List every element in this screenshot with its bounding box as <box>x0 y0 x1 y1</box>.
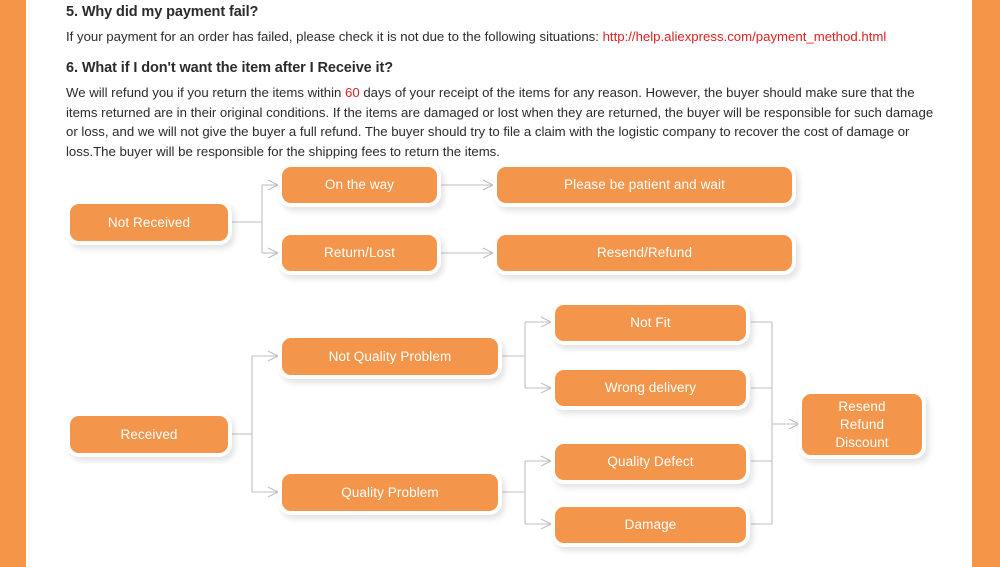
flowchart-received: Received Not Quality Problem Not Fit Wro… <box>0 0 1000 567</box>
node-please-be-patient-and-wait[interactable]: Please be patient and wait <box>497 167 792 203</box>
node-on-the-way[interactable]: On the way <box>282 167 437 203</box>
node-not-fit[interactable]: Not Fit <box>555 305 746 341</box>
node-not-quality-problem[interactable]: Not Quality Problem <box>282 338 498 375</box>
node-not-received[interactable]: Not Received <box>70 204 228 241</box>
node-quality-defect[interactable]: Quality Defect <box>555 444 746 480</box>
outcome-line-refund: Refund <box>839 416 885 432</box>
node-quality-problem[interactable]: Quality Problem <box>282 474 498 511</box>
node-received[interactable]: Received <box>70 416 228 453</box>
slide-canvas: 5. Why did my payment fail? If your paym… <box>0 0 1000 567</box>
node-wrong-delivery[interactable]: Wrong delivery <box>555 370 746 406</box>
node-damage[interactable]: Damage <box>555 507 746 543</box>
node-resend-refund[interactable]: Resend/Refund <box>497 235 792 271</box>
node-return-lost[interactable]: Return/Lost <box>282 235 437 271</box>
outcome-line-resend: Resend <box>838 398 886 414</box>
node-resend-refund-discount[interactable]: Resend Refund Discount <box>802 394 922 455</box>
outcome-line-discount: Discount <box>835 434 889 450</box>
